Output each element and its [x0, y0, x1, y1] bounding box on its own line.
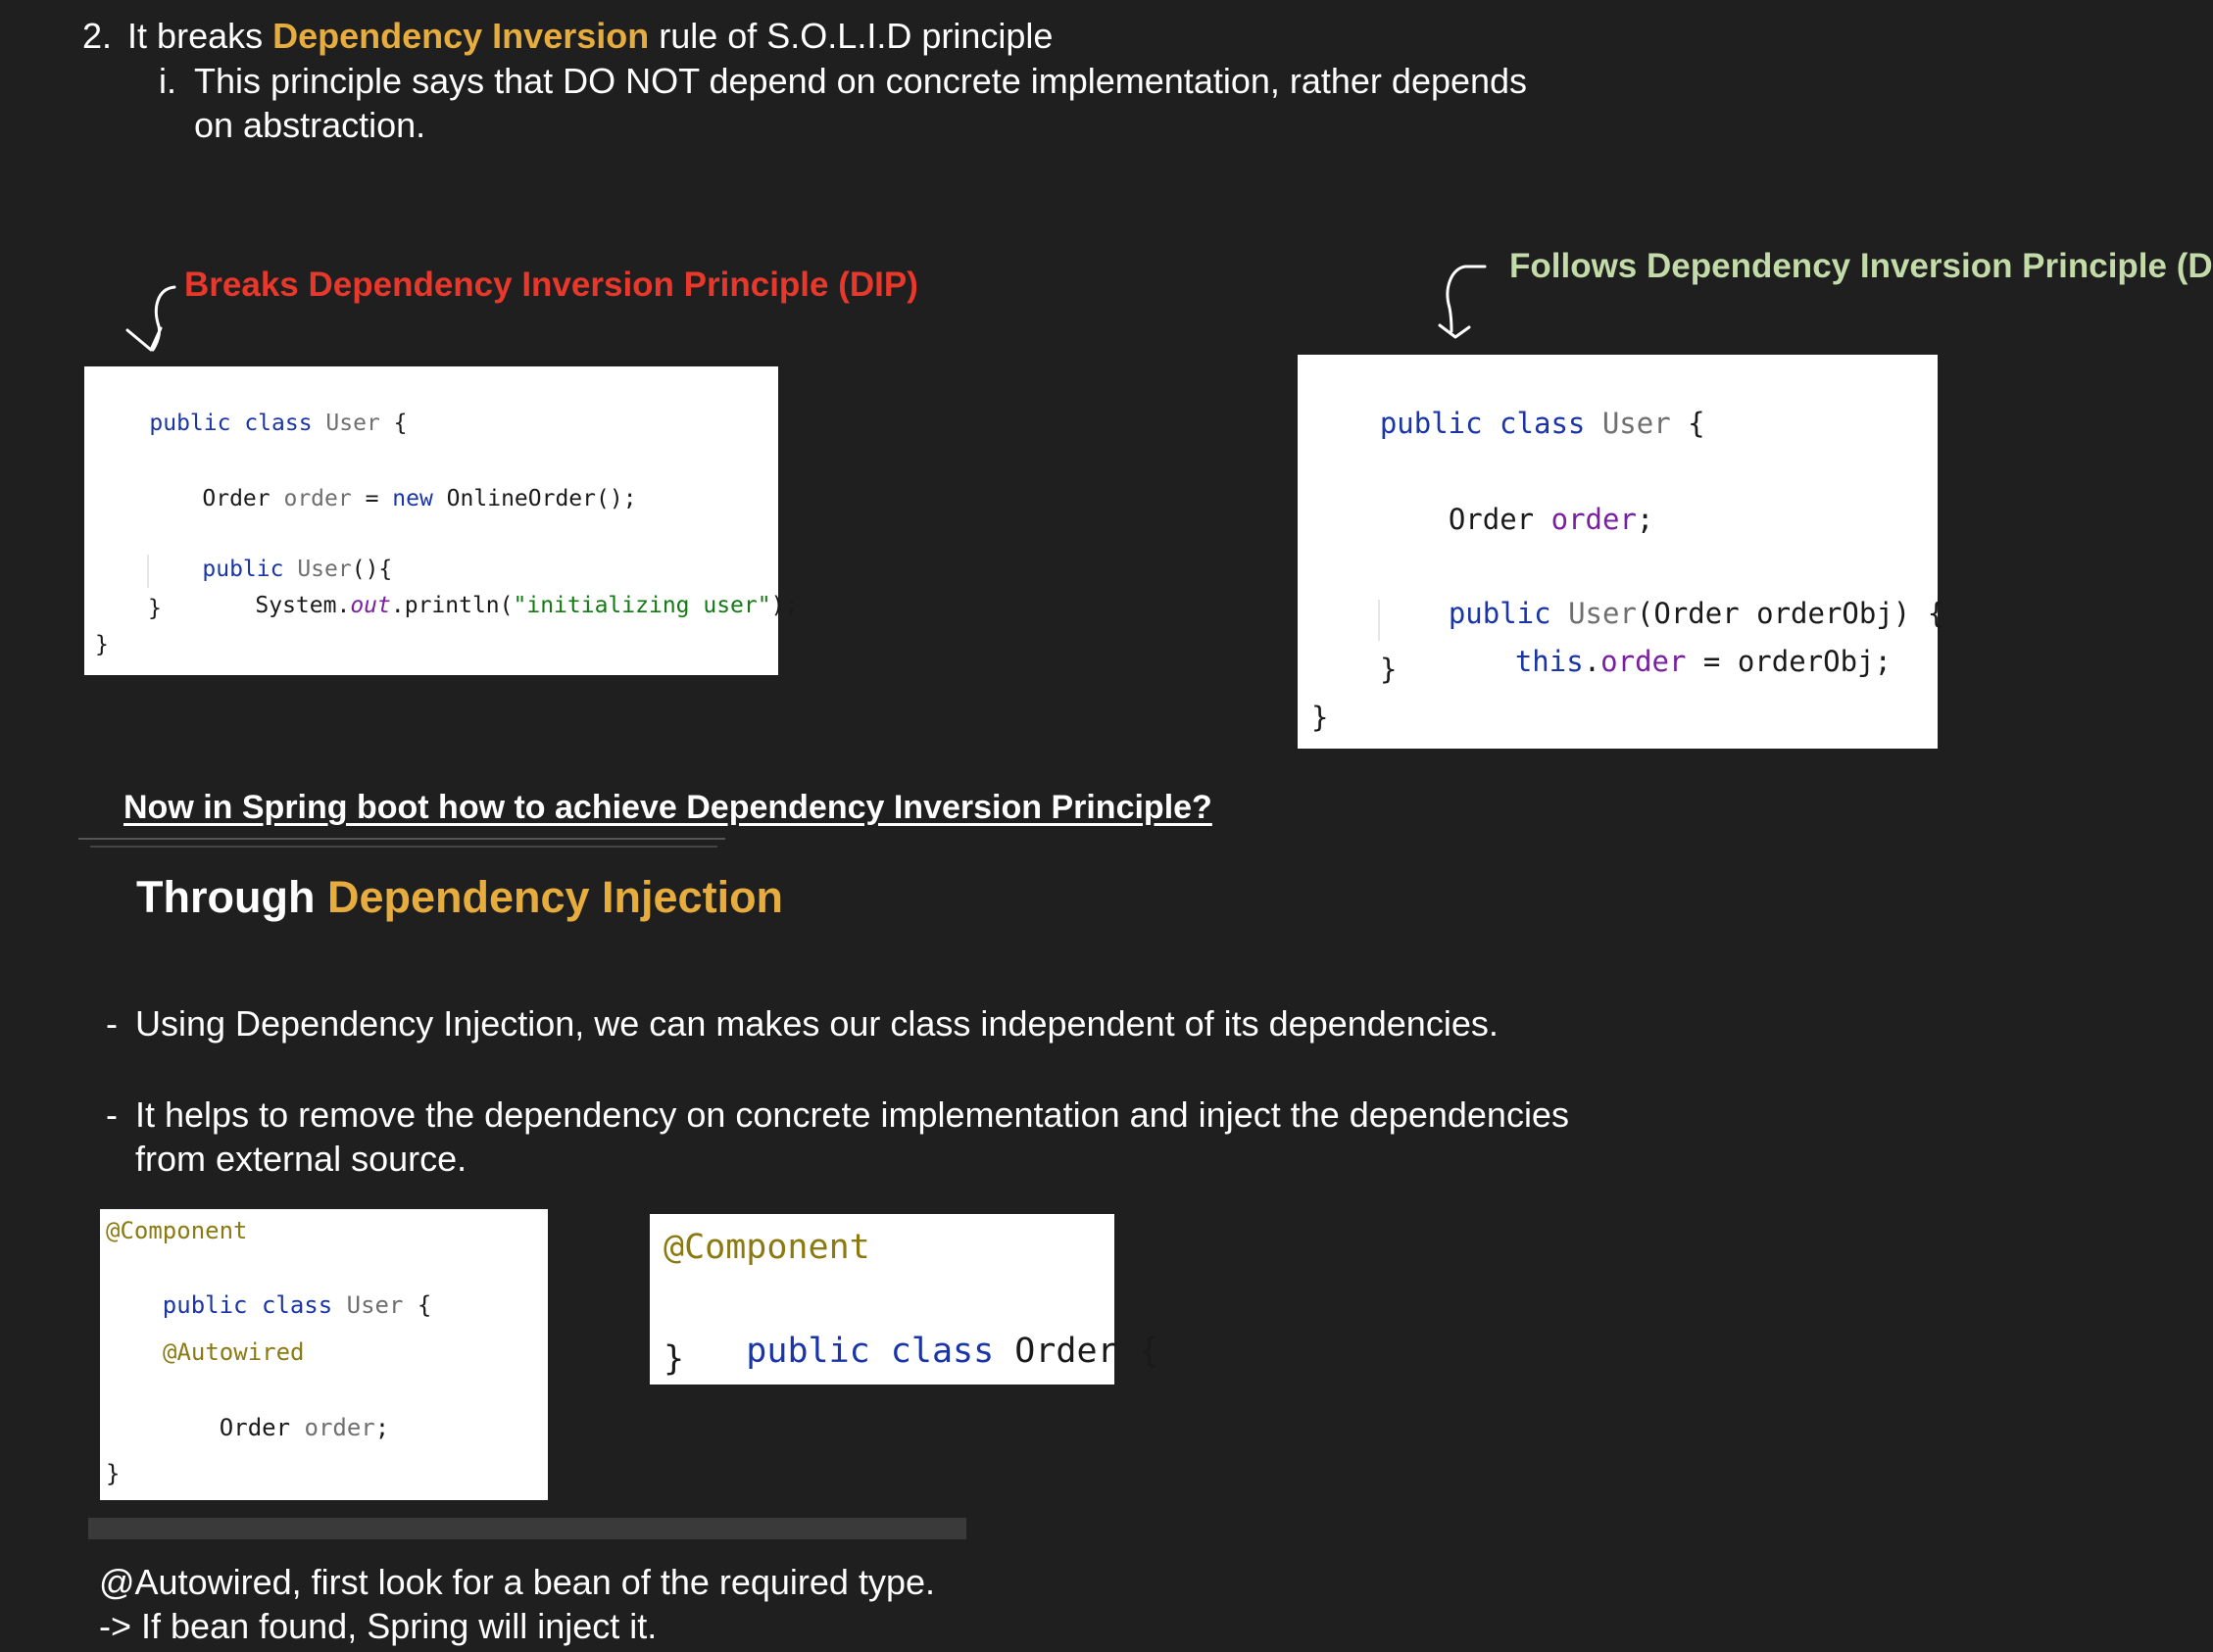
through-heading: Through Dependency Injection: [136, 872, 784, 922]
question-rule: [78, 838, 725, 840]
bullet-dash: -: [106, 1003, 118, 1044]
separator-bar: [88, 1518, 966, 1539]
spring-boot-question: Now in Spring boot how to achieve Depend…: [123, 789, 1212, 826]
code-line: @Component: [106, 1217, 248, 1244]
bullet-dash: -: [106, 1094, 118, 1135]
question-rule-2: [90, 846, 717, 848]
point-2-sub-item: i.: [159, 59, 176, 104]
sub-item-line-2: on abstraction.: [194, 105, 426, 145]
breaks-dip-label: Breaks Dependency Inversion Principle (D…: [184, 266, 918, 304]
code-user-autowired: @Component public class User { @Autowire…: [100, 1209, 548, 1500]
indent-guide: [147, 555, 149, 588]
code-line: this.order = orderObj;: [1514, 645, 1892, 678]
bullet-text-continued: from external source.: [135, 1139, 467, 1179]
code-order-component: @Component public class Order { }: [650, 1214, 1159, 1385]
code-line: }: [1311, 701, 1329, 734]
breaks-arrow-icon: [125, 285, 176, 352]
code-line: @Autowired: [163, 1338, 305, 1366]
autowired-note-line-2: -> If bean found, Spring will inject it.: [99, 1606, 658, 1646]
code-line: }: [148, 596, 162, 621]
code-line: }: [106, 1460, 121, 1487]
indent-guide: [1378, 600, 1380, 641]
sub-item-line-1: This principle says that DO NOT depend o…: [194, 61, 1528, 101]
follows-dip-label: Follows Dependency Inversion Principle (…: [1509, 247, 2213, 285]
bullet-text: It helps to remove the dependency on con…: [135, 1094, 1569, 1135]
sub-item-number: i.: [159, 61, 176, 101]
point-2-heading: 2. It breaks Dependency Inversion rule o…: [82, 14, 1053, 59]
follows-arrow-icon: [1438, 265, 1487, 339]
code-line: System.out.println("initializing user");: [255, 593, 799, 618]
code-line: public class Order {: [746, 1332, 1159, 1371]
code-line: @Component: [664, 1228, 870, 1267]
code-line: Order order;: [219, 1414, 390, 1441]
autowired-note-line-1: @Autowired, first look for a bean of the…: [99, 1562, 935, 1602]
point-2-post: rule of S.O.L.I.D principle: [649, 16, 1054, 56]
bullet-text: Using Dependency Injection, we can makes…: [135, 1003, 1499, 1044]
point-2-highlight: Dependency Inversion: [272, 16, 650, 56]
code-line: }: [95, 632, 109, 657]
code-line: }: [1380, 653, 1398, 686]
code-follows-dip: public class User { Order order; public …: [1298, 355, 1944, 749]
point-2-number: 2.: [82, 16, 113, 56]
code-breaks-dip: public class User { Order order = new On…: [84, 366, 798, 675]
code-line: }: [664, 1339, 685, 1379]
point-2-pre: It breaks: [127, 16, 273, 56]
